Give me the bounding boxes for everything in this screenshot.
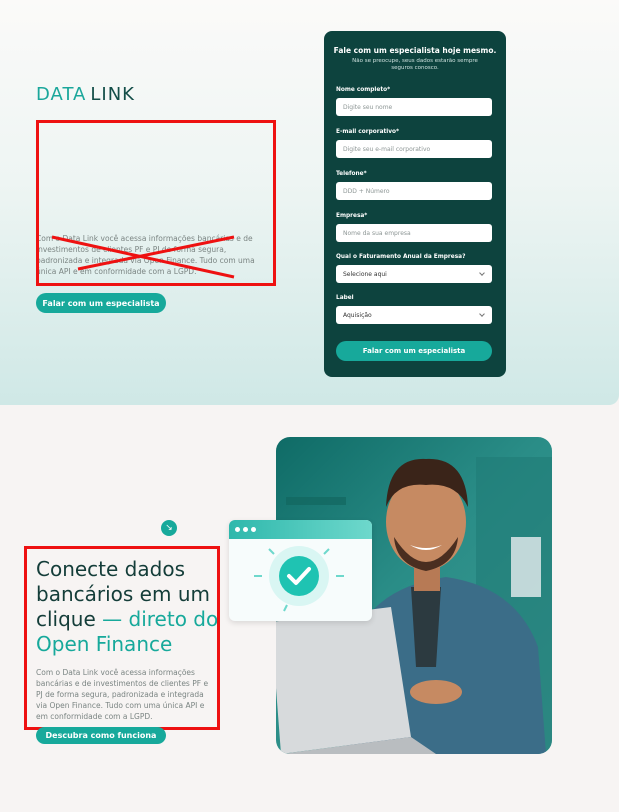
form-submit-button[interactable]: Falar com um especialista — [336, 341, 492, 361]
logo-part-link: LINK — [90, 84, 135, 105]
company-input[interactable]: Nome da sua empresa — [336, 224, 492, 242]
label-select-value: Aquisição — [343, 311, 372, 319]
check-circle-icon — [254, 546, 344, 612]
verification-card — [229, 520, 372, 621]
card-titlebar — [229, 520, 372, 539]
label-phone: Telefone* — [336, 171, 367, 177]
revenue-select[interactable]: Selecione aqui — [336, 265, 492, 283]
brand-logo[interactable]: DATA LINK — [36, 84, 135, 105]
window-dot — [251, 527, 256, 532]
full-name-input[interactable]: Digite seu nome — [336, 98, 492, 116]
label-select[interactable]: Aquisição — [336, 306, 492, 324]
section2-cta-button[interactable]: Descubra como funciona — [36, 727, 166, 744]
chevron-down-icon — [479, 311, 485, 317]
hero-cta-button[interactable]: Falar com um especialista — [36, 293, 166, 313]
email-input[interactable]: Digite seu e-mail corporativo — [336, 140, 492, 158]
logo-part-data: DATA — [36, 84, 87, 105]
revenue-select-value: Selecione aqui — [343, 270, 387, 278]
label-company: Empresa* — [336, 213, 368, 219]
label-revenue: Qual o Faturamento Anual da Empresa? — [336, 254, 466, 260]
chevron-down-icon — [479, 270, 485, 276]
form-subtitle: Não se preocupe, seus dados estarão semp… — [352, 58, 478, 72]
phone-input[interactable]: DDD + Número — [336, 182, 492, 200]
form-title: Fale com um especialista hoje mesmo. — [333, 46, 497, 55]
arrow-down-right-icon: ↘ — [161, 520, 177, 536]
hero-section: DATA LINK Com o Data Link você acessa inf… — [0, 0, 619, 405]
window-dot — [235, 527, 240, 532]
contact-form: Fale com um especialista hoje mesmo. Não… — [324, 31, 506, 377]
window-dot — [243, 527, 248, 532]
annotation-box-section2 — [24, 546, 220, 730]
label-full-name: Nome completo* — [336, 87, 391, 93]
annotation-box-hero — [36, 120, 276, 286]
label-label: Label — [336, 295, 354, 301]
label-email: E-mail corporativo* — [336, 129, 400, 135]
